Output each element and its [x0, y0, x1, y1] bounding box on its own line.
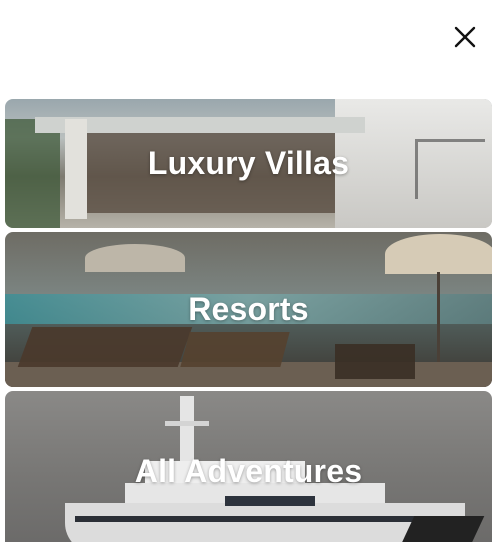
- close-icon: [454, 26, 476, 48]
- card-label: Resorts: [188, 291, 309, 327]
- card-label: Luxury Villas: [147, 145, 350, 181]
- card-label: All Adventures: [134, 452, 363, 489]
- category-card-resorts[interactable]: Resorts: [5, 232, 492, 387]
- close-button[interactable]: [450, 22, 480, 52]
- category-card-all-adventures[interactable]: All Adventures: [5, 391, 492, 542]
- category-card-luxury-villas[interactable]: Luxury Villas: [5, 99, 492, 228]
